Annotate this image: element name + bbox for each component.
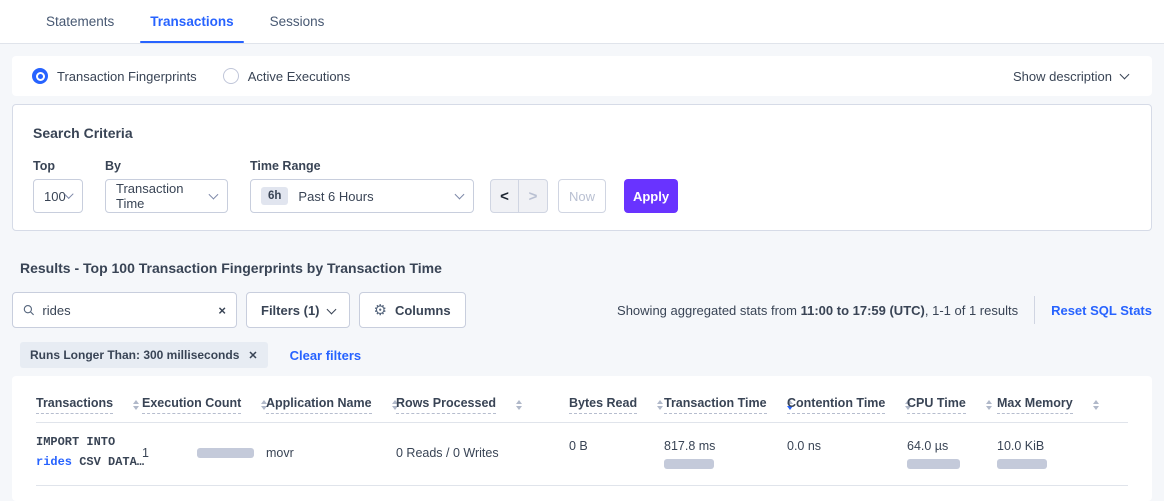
radio-label: Transaction Fingerprints [57,69,197,84]
radio-active-executions[interactable]: Active Executions [223,68,351,84]
stats-summary: Showing aggregated stats from 11:00 to 1… [617,303,1018,318]
top-label: Top [33,159,83,173]
time-range-value: Past 6 Hours [298,189,373,204]
sort-icon[interactable] [133,400,139,410]
transaction-time-value: 817.8 ms [664,439,787,453]
by-select[interactable]: Transaction Time [105,179,228,213]
results-toolbar: × Filters (1) ⚙ Columns Showing aggregat… [12,292,1152,328]
transaction-fingerprint: IMPORT INTO rides CSV DATA… [36,433,142,473]
rows-processed-value: 0 Reads / 0 Writes [396,446,499,460]
radio-transaction-fingerprints[interactable]: Transaction Fingerprints [32,68,197,84]
sql-text: IMPORT INTO [36,435,115,449]
column-header-execution-count[interactable]: Execution Count [142,396,241,414]
transaction-fingerprint-link[interactable]: rides [36,455,72,469]
next-time-window-button[interactable]: > [519,180,547,212]
column-header-transactions[interactable]: Transactions [36,396,113,414]
gear-icon: ⚙ [374,301,387,319]
execution-count-value: 1 [142,446,149,460]
search-input[interactable] [42,303,218,318]
by-select-value: Transaction Time [116,181,210,211]
summary-time-range: 11:00 to 17:59 (UTC) [801,303,925,318]
remove-filter-icon[interactable]: ✕ [248,349,257,362]
summary-prefix: Showing aggregated stats from [617,303,801,318]
filters-button[interactable]: Filters (1) [246,292,350,328]
chevron-down-icon [1120,69,1130,79]
top-select[interactable]: 100 [33,179,83,213]
transactions-table: Transactions Execution Count Application… [36,386,1128,486]
vertical-divider [1034,296,1035,324]
time-range-label: Time Range [250,159,474,173]
column-header-bytes-read[interactable]: Bytes Read [569,396,637,414]
column-header-transaction-time[interactable]: Transaction Time [664,396,767,414]
time-range-badge: 6h [261,187,288,205]
contention-time-value: 0.0 ns [787,439,821,453]
tab-transactions[interactable]: Transactions [132,0,251,43]
table-header-row: Transactions Execution Count Application… [36,386,1128,423]
view-toggle-group: Transaction Fingerprints Active Executio… [32,68,350,84]
table-row: IMPORT INTO rides CSV DATA… 1 movr 0 Rea… [36,423,1128,486]
results-table-panel: Transactions Execution Count Application… [12,376,1152,501]
sort-icon[interactable] [516,400,522,410]
column-header-contention-time[interactable]: Contention Time [787,396,885,414]
transactions-page: Transaction Fingerprints Active Executio… [0,44,1164,501]
chevron-down-icon [455,189,465,199]
view-toggle-panel: Transaction Fingerprints Active Executio… [12,56,1152,96]
tab-sessions[interactable]: Sessions [252,0,343,43]
by-field: By Transaction Time [105,159,228,213]
page-tabbar: Statements Transactions Sessions [0,0,1164,44]
tab-statements[interactable]: Statements [28,0,132,43]
cpu-time-value: 64.0 µs [907,439,997,453]
search-box: × [12,292,237,328]
summary-suffix: , 1-1 of 1 results [925,303,1018,318]
previous-time-window-button[interactable]: < [491,180,519,212]
chevron-down-icon [326,304,336,314]
now-button[interactable]: Now [558,179,606,213]
apply-button[interactable]: Apply [624,179,678,213]
clear-search-icon[interactable]: × [218,303,226,318]
search-criteria-title: Search Criteria [33,125,1131,141]
column-header-rows-processed[interactable]: Rows Processed [396,396,496,414]
column-header-max-memory[interactable]: Max Memory [997,396,1073,414]
clear-filters-link[interactable]: Clear filters [290,348,362,363]
application-name-value: movr [266,446,294,460]
show-description-toggle[interactable]: Show description [1013,69,1128,84]
active-filters-row: Runs Longer Than: 300 milliseconds ✕ Cle… [20,342,1152,368]
max-memory-value: 10.0 KiB [997,439,1128,453]
radio-selected-icon [32,68,48,84]
show-description-label: Show description [1013,69,1112,84]
filters-button-label: Filters (1) [261,303,320,318]
sort-icon[interactable] [1093,400,1099,410]
search-icon [23,303,34,317]
radio-label: Active Executions [248,69,351,84]
filter-chip-label: Runs Longer Than: 300 milliseconds [30,348,239,362]
search-criteria-panel: Search Criteria Top 100 By Transaction T… [12,104,1152,231]
columns-button[interactable]: ⚙ Columns [359,292,466,328]
column-header-application-name[interactable]: Application Name [266,396,372,414]
time-window-nav: < > [490,179,548,213]
column-header-cpu-time[interactable]: CPU Time [907,396,966,414]
sql-text: CSV DATA… [72,455,144,469]
radio-unselected-icon [223,68,239,84]
search-criteria-row: Top 100 By Transaction Time Time Range 6… [33,159,1131,213]
columns-button-label: Columns [395,303,451,318]
value-bar [907,459,960,469]
time-range-select[interactable]: 6h Past 6 Hours [250,179,474,213]
value-bar [197,448,254,458]
filter-chip: Runs Longer Than: 300 milliseconds ✕ [20,342,268,368]
time-range-field: Time Range 6h Past 6 Hours [250,159,474,213]
sort-icon[interactable] [657,400,663,410]
results-heading: Results - Top 100 Transaction Fingerprin… [20,260,1144,276]
sort-icon[interactable] [986,400,992,410]
by-label: By [105,159,228,173]
bytes-read-value: 0 B [569,439,588,453]
value-bar [997,459,1047,469]
reset-sql-stats-link[interactable]: Reset SQL Stats [1051,303,1152,318]
stats-summary-area: Showing aggregated stats from 11:00 to 1… [617,296,1152,324]
value-bar [664,459,714,469]
top-field: Top 100 [33,159,83,213]
top-select-value: 100 [44,189,66,204]
